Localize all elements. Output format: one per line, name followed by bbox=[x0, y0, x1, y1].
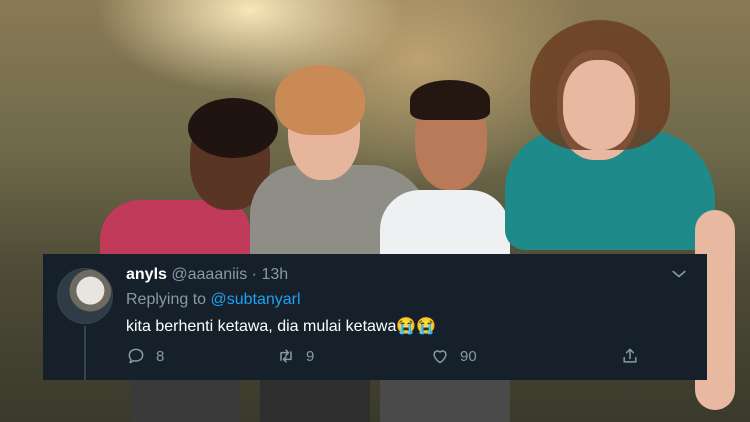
reply-count: 8 bbox=[156, 347, 165, 365]
separator-dot: · bbox=[251, 266, 257, 283]
reply-button[interactable]: 8 bbox=[126, 346, 164, 366]
thread-line bbox=[84, 326, 86, 380]
retweet-icon bbox=[280, 349, 292, 363]
user-handle[interactable]: @aaaaniis bbox=[171, 266, 247, 283]
timestamp[interactable]: 13h bbox=[261, 266, 288, 283]
retweet-button[interactable]: 9 bbox=[276, 346, 314, 366]
heart-icon bbox=[433, 350, 447, 364]
share-button[interactable] bbox=[620, 346, 650, 366]
share-icon bbox=[623, 348, 637, 363]
like-button[interactable]: 90 bbox=[430, 346, 477, 366]
like-count: 90 bbox=[460, 347, 477, 365]
tweet-actions: 8 9 90 bbox=[126, 346, 686, 368]
replying-to: Replying to @subtanyarl bbox=[126, 291, 301, 309]
avatar[interactable] bbox=[57, 268, 113, 324]
reply-icon bbox=[128, 348, 144, 364]
tweet-card[interactable]: anyls @aaaaniis · 13h Replying to @subta… bbox=[43, 254, 707, 380]
chevron-down-icon[interactable] bbox=[669, 264, 689, 284]
mention-link[interactable]: @subtanyarl bbox=[211, 291, 301, 308]
display-name[interactable]: anyls bbox=[126, 266, 167, 283]
replying-prefix: Replying to bbox=[126, 291, 207, 308]
retweet-count: 9 bbox=[306, 347, 315, 365]
tweet-text: kita berhenti ketawa, dia mulai ketawa😭😭 bbox=[126, 318, 437, 335]
tweet-header: anyls @aaaaniis · 13h bbox=[126, 266, 288, 284]
